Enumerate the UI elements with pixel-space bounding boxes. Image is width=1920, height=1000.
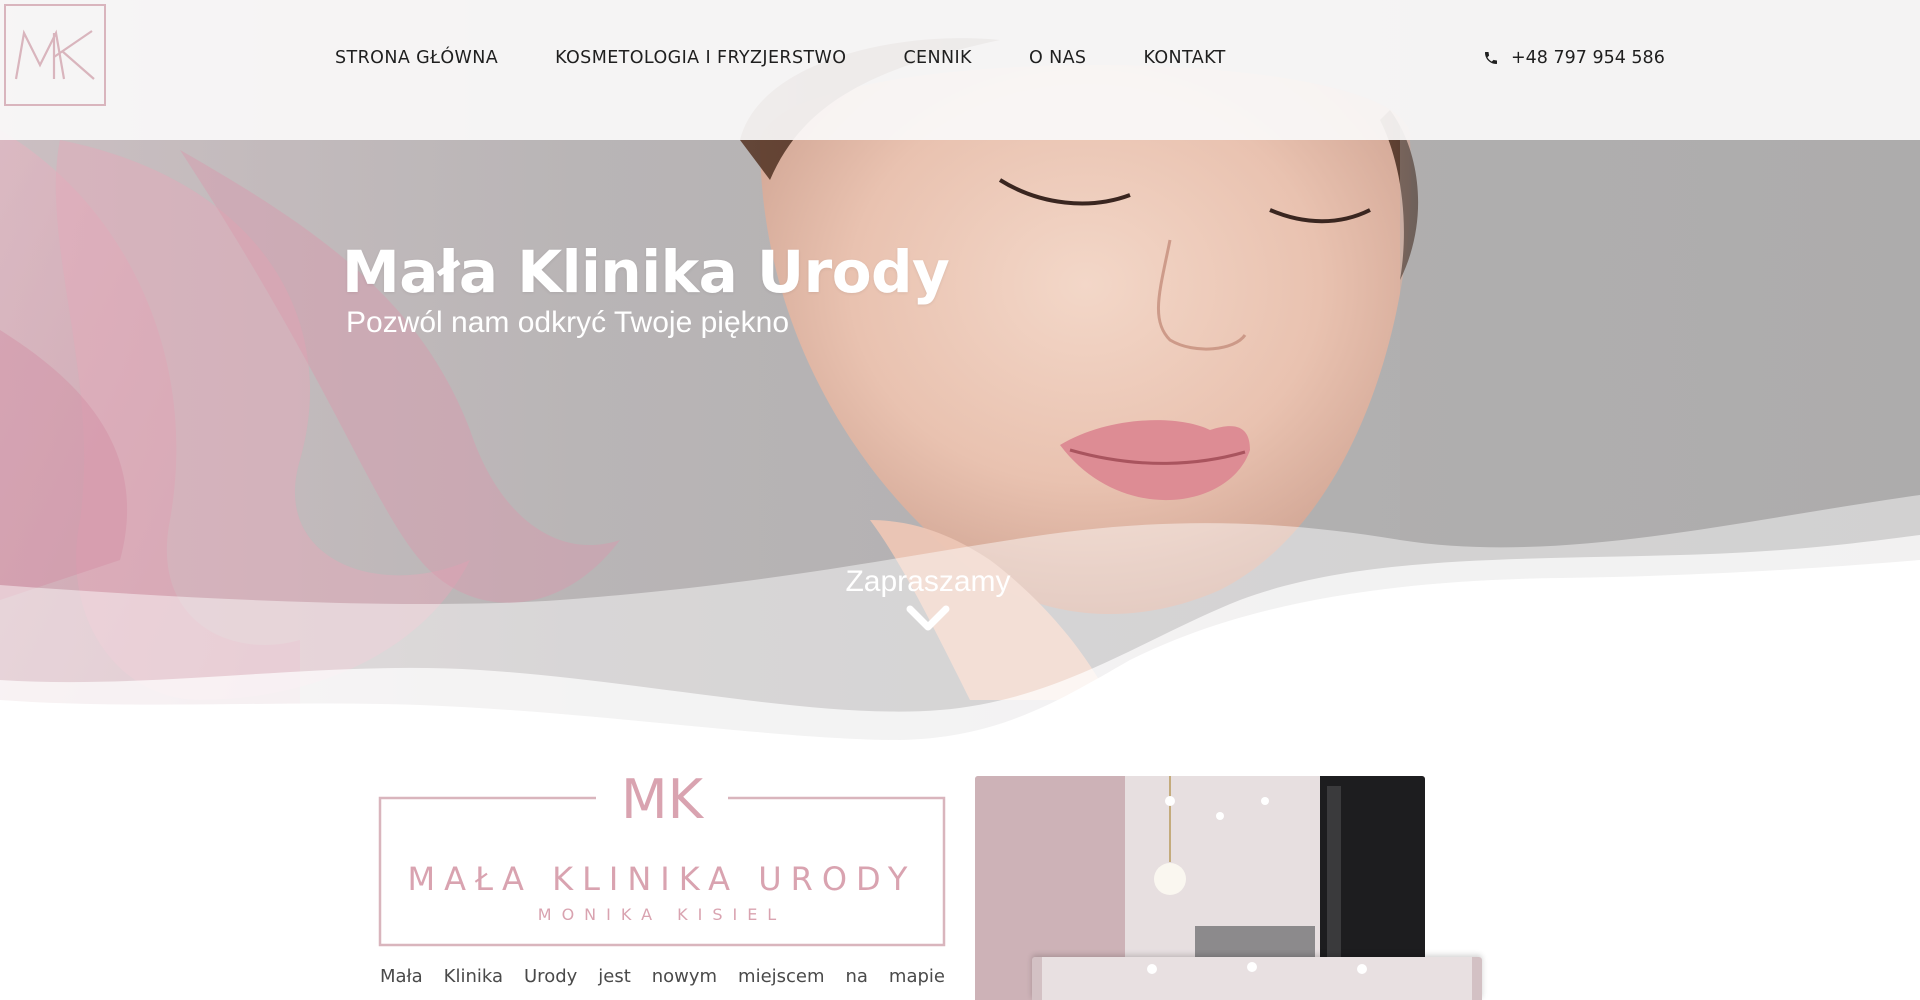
nav-item-home[interactable]: STRONA GŁÓWNA <box>335 48 498 68</box>
cta-label: Zapraszamy <box>845 565 1011 598</box>
phone-link[interactable]: +48 797 954 586 <box>1483 48 1665 68</box>
salon-reception-image <box>1032 957 1482 1000</box>
site-logo[interactable] <box>4 4 106 106</box>
phone-icon <box>1485 52 1497 64</box>
phone-number: +48 797 954 586 <box>1511 48 1665 68</box>
brand-monogram: MK <box>621 772 705 831</box>
nav-item-about[interactable]: O NAS <box>1029 48 1087 68</box>
nav-item-contact[interactable]: KONTAKT <box>1143 48 1225 68</box>
hero-title: Mała Klinika Urody <box>342 238 950 306</box>
brand-logo: MK MAŁA KLINIKA URODY MONIKA KISIEL <box>378 768 946 947</box>
main-navigation: STRONA GŁÓWNA KOSMETOLOGIA I FRYZJERSTWO… <box>335 48 1283 68</box>
about-paragraph: Mała Klinika Urody jest nowym miejscem n… <box>380 966 945 987</box>
brand-name: MAŁA KLINIKA URODY <box>408 860 917 898</box>
brand-logo-graphic: MK MAŁA KLINIKA URODY MONIKA KISIEL <box>378 768 946 947</box>
chevron-down-icon <box>906 605 950 631</box>
mk-monogram-icon <box>14 29 95 80</box>
nav-item-pricing[interactable]: CENNIK <box>903 48 972 68</box>
site-header: STRONA GŁÓWNA KOSMETOLOGIA I FRYZJERSTWO… <box>0 0 1920 140</box>
brand-owner: MONIKA KISIEL <box>538 905 786 924</box>
scroll-down-button[interactable]: Zapraszamy <box>828 565 1028 633</box>
hero-subtitle: Pozwól nam odkryć Twoje piękno <box>346 306 789 339</box>
salon-reception-photo <box>1032 957 1482 1000</box>
nav-item-services[interactable]: KOSMETOLOGIA I FRYZJERSTWO <box>555 48 846 68</box>
